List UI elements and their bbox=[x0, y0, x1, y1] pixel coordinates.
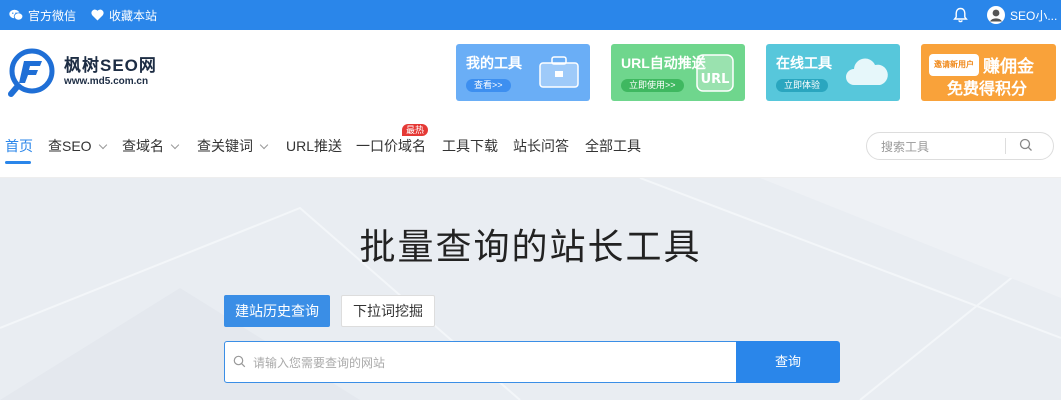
url-icon: URL bbox=[695, 53, 735, 98]
wechat-link[interactable]: 官方微信 bbox=[9, 0, 76, 30]
chevron-down-icon bbox=[259, 140, 269, 149]
banner-url-push[interactable]: URL自动推送 立即使用>> URL bbox=[611, 44, 745, 101]
nav-keywords[interactable]: 查关键词 bbox=[197, 136, 269, 156]
chevron-down-icon bbox=[170, 140, 180, 149]
top-bar: 官方微信 收藏本站 SEO小... bbox=[0, 0, 1061, 30]
nav-label: 首页 bbox=[5, 138, 33, 154]
notification-button[interactable] bbox=[953, 0, 968, 30]
site-logo[interactable]: 枫树SEO网 www.md5.com.cn bbox=[8, 47, 157, 97]
wechat-icon bbox=[9, 9, 23, 21]
nav-label: URL推送 bbox=[286, 138, 343, 154]
referral-title: 赚佣金 bbox=[983, 57, 1034, 76]
hero-title: 批量查询的站长工具 bbox=[359, 226, 702, 267]
wechat-label: 官方微信 bbox=[28, 8, 77, 23]
search-icon bbox=[233, 355, 246, 373]
banner-button[interactable]: 立即使用>> bbox=[621, 79, 684, 92]
heart-icon bbox=[91, 9, 104, 21]
main-nav: 首页 查SEO 查域名 查关键词 URL推送 一口价域名 最热 工具下载 站长问… bbox=[0, 113, 1061, 178]
banner-online-tools[interactable]: 在线工具 立即体验 bbox=[766, 44, 900, 101]
logo-icon bbox=[8, 47, 58, 97]
tab-site-history[interactable]: 建站历史查询 bbox=[224, 295, 330, 327]
banner-button[interactable]: 立即体验 bbox=[776, 79, 829, 92]
banner-title: URL自动推送 bbox=[621, 55, 706, 71]
banner-button[interactable]: 查看>> bbox=[466, 79, 511, 92]
query-box bbox=[224, 341, 738, 383]
tool-search bbox=[866, 132, 1054, 160]
logo-url: www.md5.com.cn bbox=[64, 76, 149, 87]
favorite-label: 收藏本站 bbox=[109, 8, 158, 23]
banner-referral[interactable]: 邀请新用户 赚佣金 免费得积分 bbox=[921, 44, 1056, 101]
nav-qa[interactable]: 站长问答 bbox=[513, 136, 569, 156]
bell-icon bbox=[953, 7, 968, 23]
tool-search-input[interactable] bbox=[879, 137, 1003, 157]
nav-label: 站长问答 bbox=[513, 138, 569, 154]
banner-title: 在线工具 bbox=[776, 55, 832, 71]
hot-badge: 最热 bbox=[402, 124, 429, 136]
query-button[interactable]: 查询 bbox=[736, 341, 840, 383]
nav-all-tools[interactable]: 全部工具 bbox=[585, 136, 641, 156]
nav-label: 工具下载 bbox=[442, 138, 498, 154]
active-indicator bbox=[5, 161, 31, 164]
banner-title: 我的工具 bbox=[466, 55, 522, 71]
nav-label: 查SEO bbox=[48, 138, 92, 154]
nav-label: 全部工具 bbox=[585, 138, 641, 154]
banner-my-tools[interactable]: 我的工具 查看>> bbox=[456, 44, 590, 101]
toolbox-icon bbox=[538, 53, 580, 96]
nav-downloads[interactable]: 工具下载 bbox=[442, 136, 498, 156]
nav-label: 查关键词 bbox=[197, 138, 253, 154]
svg-text:URL: URL bbox=[701, 72, 730, 87]
nav-seo[interactable]: 查SEO bbox=[48, 136, 107, 156]
search-icon[interactable] bbox=[1019, 138, 1033, 157]
nav-domain-market[interactable]: 一口价域名 bbox=[356, 136, 426, 156]
search-divider bbox=[1005, 138, 1006, 154]
tab-dropdown-keywords[interactable]: 下拉词挖掘 bbox=[341, 295, 435, 327]
nav-home[interactable]: 首页 bbox=[5, 136, 33, 156]
user-name: SEO小... bbox=[1010, 8, 1058, 23]
logo-name: 枫树SEO网 bbox=[64, 56, 157, 75]
nav-url-push[interactable]: URL推送 bbox=[286, 136, 342, 156]
referral-badge: 邀请新用户 bbox=[929, 54, 979, 76]
avatar bbox=[987, 6, 1005, 24]
cloud-icon bbox=[842, 53, 890, 96]
nav-domain[interactable]: 查域名 bbox=[122, 136, 180, 156]
user-menu[interactable]: SEO小... bbox=[987, 0, 1057, 30]
referral-subtitle: 免费得积分 bbox=[947, 81, 1028, 98]
nav-label: 查域名 bbox=[122, 138, 164, 154]
favorite-link[interactable]: 收藏本站 bbox=[91, 0, 157, 30]
site-header: 枫树SEO网 www.md5.com.cn 我的工具 查看>> URL自动推送 … bbox=[0, 30, 1061, 113]
nav-label: 一口价域名 bbox=[356, 138, 426, 154]
site-query-input[interactable] bbox=[251, 352, 725, 374]
chevron-down-icon bbox=[98, 140, 107, 149]
hero-section: 批量查询的站长工具 建站历史查询 下拉词挖掘 查询 bbox=[0, 178, 1061, 400]
query-form: 查询 bbox=[224, 341, 840, 383]
